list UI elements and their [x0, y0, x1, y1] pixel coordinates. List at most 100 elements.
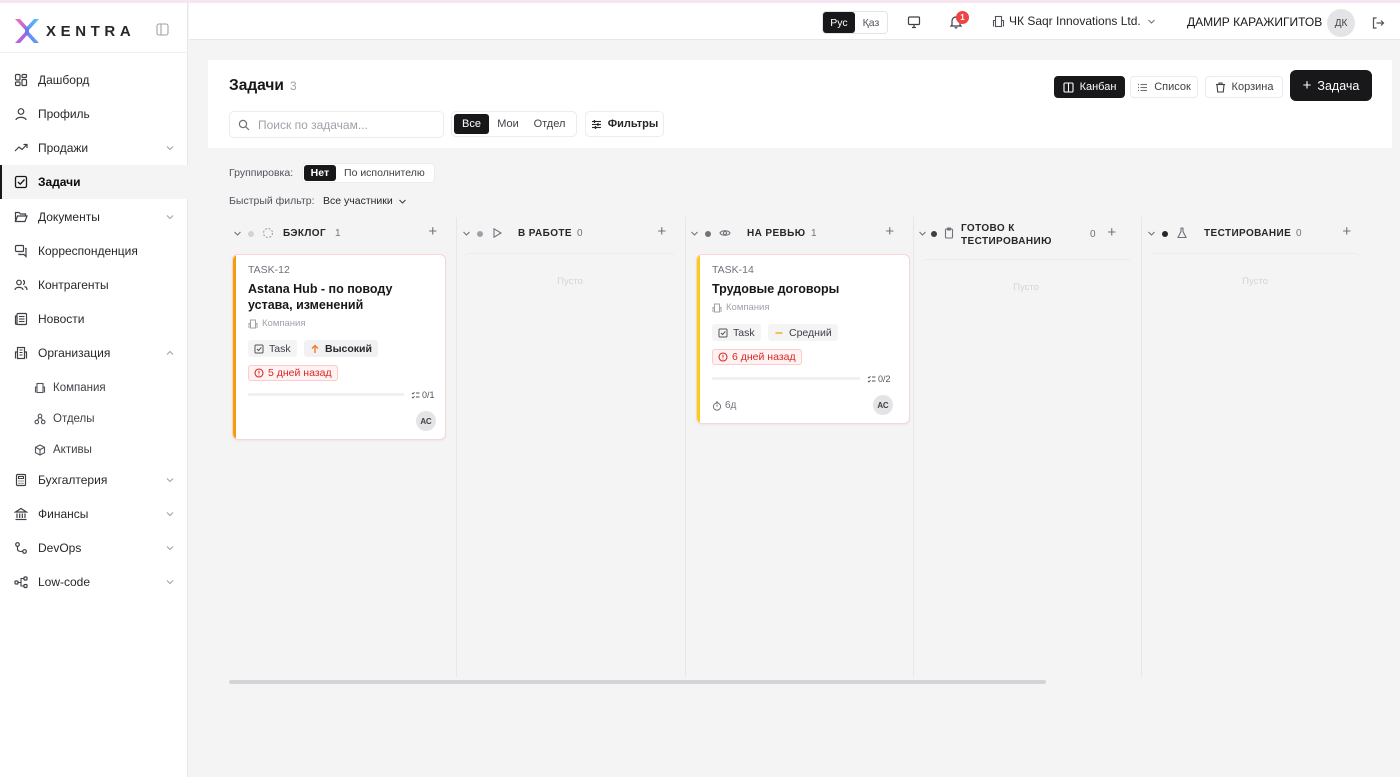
column-header: БЭКЛОГ 1 + [229, 217, 457, 251]
building-icon [712, 303, 722, 312]
quick-filter-select[interactable]: Все участники [323, 195, 407, 207]
sidebar-item-profile[interactable]: Профиль [0, 97, 188, 131]
column-name: В РАБОТЕ [518, 228, 572, 239]
sidebar-item-sales[interactable]: Продажи [0, 131, 188, 165]
sidebar-item-label: Организация [38, 346, 111, 360]
quick-filter-value: Все участники [323, 195, 393, 207]
sidebar-subitem-departments[interactable]: Отделы [0, 404, 188, 434]
add-card-button[interactable]: + [1339, 224, 1355, 240]
grouping-none-button[interactable]: Нет [304, 165, 336, 181]
company-switcher[interactable]: ЧК Saqr Innovations Ltd. [992, 14, 1156, 28]
kanban-column-review: НА РЕВЬЮ 1 + TASK-14 Трудовые договоры К… [686, 217, 914, 677]
sidebar-item-accounting[interactable]: Бухгалтерия [0, 463, 188, 497]
clipboard-icon [944, 227, 954, 239]
sidebar-item-devops[interactable]: DevOps [0, 531, 188, 565]
avatar[interactable]: ДК [1327, 9, 1355, 37]
sidebar-item-label: Задачи [38, 175, 81, 189]
column-count: 1 [811, 228, 817, 239]
task-type: Task [269, 342, 291, 355]
priority-label: Высокий [325, 342, 372, 355]
task-card[interactable]: TASK-14 Трудовые договоры Компания Task … [696, 254, 910, 424]
sidebar-item-tasks[interactable]: Задачи [0, 165, 188, 199]
sidebar-item-low-code[interactable]: Low-code [0, 565, 188, 599]
collapse-sidebar-icon[interactable] [156, 23, 169, 36]
scope-mine-button[interactable]: Мои [489, 114, 527, 134]
add-card-button[interactable]: + [425, 224, 441, 240]
time-estimate-label: 6д [725, 400, 737, 411]
timer-icon [712, 401, 722, 411]
sidebar-item-label: Low-code [38, 575, 91, 589]
plus-icon: + [1302, 77, 1312, 94]
due-label: 5 дней назад [268, 367, 332, 379]
logout-icon[interactable] [1371, 16, 1385, 30]
add-task-button[interactable]: + Задача [1290, 70, 1372, 101]
quick-filter-label: Быстрый фильтр: [229, 195, 315, 207]
sidebar-item-counterparties[interactable]: Контрагенты [0, 268, 188, 302]
chevron-down-icon[interactable] [462, 229, 471, 238]
lang-ru-option[interactable]: Рус [823, 12, 855, 33]
column-name: ТЕСТИРОВАНИЕ [1204, 228, 1292, 239]
sidebar-item-news[interactable]: Новости [0, 302, 188, 336]
column-name: БЭКЛОГ [283, 228, 327, 239]
trending-up-icon [14, 143, 28, 152]
task-company: Компания [712, 302, 769, 313]
minus-icon [775, 331, 783, 334]
column-count: 1 [335, 228, 341, 239]
trash-button[interactable]: Корзина [1205, 76, 1283, 98]
checkbox-icon [718, 328, 728, 337]
sidebar-item-finance[interactable]: Финансы [0, 497, 188, 531]
priority-chip: Средний [768, 324, 838, 341]
chevron-down-icon[interactable] [1147, 229, 1156, 238]
grouping-assignee-button[interactable]: По исполнителю [336, 165, 433, 181]
task-company-label: Компания [262, 318, 306, 329]
column-name: ГОТОВО К ТЕСТИРОВАНИЮ [961, 222, 1052, 248]
subtask-count-label: 0/2 [878, 374, 891, 384]
task-card[interactable]: TASK-12 Astana Hub - по поводу устава, и… [232, 254, 446, 440]
horizontal-scrollbar[interactable] [229, 680, 1046, 684]
top-header: Рус Қаз 1 ЧК Saqr Innovations Ltd. ДАМИР… [189, 3, 1400, 40]
brand-logo[interactable]: XENTRA [12, 16, 135, 46]
assignee-avatar[interactable]: АС [416, 411, 436, 431]
chevron-down-icon [166, 580, 174, 585]
monitor-icon[interactable] [907, 15, 921, 29]
add-card-button[interactable]: + [654, 224, 670, 240]
add-card-button[interactable]: + [1104, 225, 1120, 241]
kanban-view-button[interactable]: Канбан [1054, 76, 1125, 98]
play-icon [493, 227, 503, 239]
scope-all-button[interactable]: Все [454, 114, 489, 134]
sidebar-item-label: Документы [38, 210, 100, 224]
status-dot [477, 231, 483, 237]
list-checks-icon [411, 391, 420, 399]
scope-dept-button[interactable]: Отдел [527, 114, 572, 134]
status-dot [705, 231, 711, 237]
list-icon [1138, 83, 1148, 91]
user-icon [15, 108, 27, 121]
sidebar-divider [0, 52, 188, 53]
sidebar-item-organization[interactable]: Организация [0, 336, 188, 370]
sidebar-item-correspondence[interactable]: Корреспонденция [0, 234, 188, 268]
filters-button[interactable]: Фильтры [585, 111, 664, 137]
chevron-down-icon[interactable] [233, 229, 242, 238]
sidebar-subitem-company[interactable]: Компания [0, 373, 188, 403]
search-input[interactable]: Поиск по задачам... [229, 111, 444, 138]
assignee-avatar[interactable]: АС [873, 395, 893, 415]
subtask-count: 0/2 [867, 374, 891, 384]
sidebar-item-label: Контрагенты [38, 278, 109, 292]
column-empty-state: Пусто [920, 259, 1132, 315]
sidebar-item-documents[interactable]: Документы [0, 200, 188, 234]
lang-kz-option[interactable]: Қаз [855, 12, 887, 33]
add-card-button[interactable]: + [882, 224, 898, 240]
chevron-down-icon[interactable] [918, 229, 927, 238]
sidebar-subitem-assets[interactable]: Активы [0, 435, 188, 465]
arrow-up-icon [311, 344, 319, 353]
column-header: В РАБОТЕ 0 + [458, 217, 686, 251]
user-name[interactable]: ДАМИР КАРАЖИГИТОВ [1187, 15, 1322, 29]
bank-icon [14, 507, 28, 521]
column-header: ГОТОВО К ТЕСТИРОВАНИЮ 0 + [914, 217, 1142, 251]
list-view-button[interactable]: Список [1130, 76, 1198, 98]
chevron-down-icon[interactable] [690, 229, 699, 238]
sidebar-item-label: Дашборд [38, 73, 90, 87]
building-icon [248, 319, 258, 328]
column-empty-state: Пусто [1149, 253, 1361, 309]
sidebar-item-dashboard[interactable]: Дашборд [0, 63, 188, 97]
